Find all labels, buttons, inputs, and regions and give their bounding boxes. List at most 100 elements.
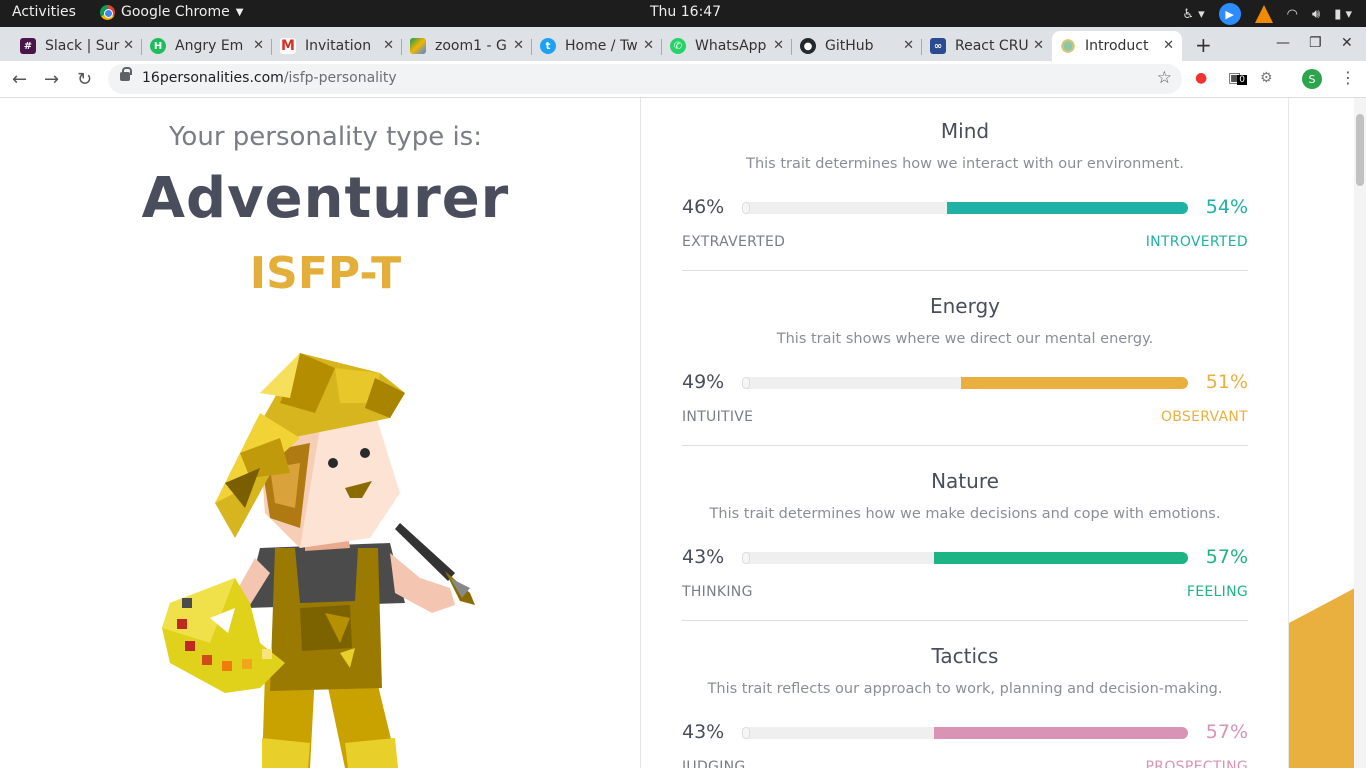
chrome-menu-icon[interactable]: ⋮ (1340, 68, 1356, 87)
trait-bar (742, 727, 1188, 739)
zoom-icon[interactable]: ▶ (1218, 3, 1241, 25)
forward-button[interactable]: → (44, 69, 59, 90)
volume-icon[interactable]: 🔊︎ (1312, 7, 1320, 22)
tab-twitter[interactable]: t Home / Tw ✕ (532, 31, 662, 61)
trait-name: Mind (940, 119, 990, 143)
close-icon[interactable]: ✕ (903, 38, 914, 53)
bar-knob (742, 377, 750, 389)
close-icon[interactable]: ✕ (643, 38, 654, 53)
codesandbox-icon: ∞ (930, 38, 946, 54)
extension-badge: 0 (1237, 75, 1247, 85)
activities-button[interactable]: Activities (12, 4, 76, 20)
decorative-shape (1289, 588, 1354, 768)
personality-type-name: Adventurer (141, 166, 510, 231)
close-icon[interactable]: ✕ (253, 38, 264, 53)
tab-google-drive[interactable]: zoom1 - G ✕ (402, 31, 532, 61)
trait-bar-fill (933, 727, 1188, 739)
battery-icon[interactable]: ▮ ▾ (1334, 7, 1352, 22)
whatsapp-icon: ✆ (670, 38, 686, 54)
app-menu[interactable]: Google Chrome ▼ (100, 4, 243, 20)
trait-mind: Mind This trait determines how we intera… (682, 98, 1248, 273)
scrollbar-thumb[interactable] (1356, 114, 1364, 186)
trait-nature: Nature This trait determines how we make… (682, 448, 1248, 623)
new-tab-button[interactable]: + (1195, 33, 1212, 57)
scrollbar[interactable] (1354, 98, 1366, 768)
divider (682, 270, 1248, 271)
back-button[interactable]: ← (12, 69, 27, 90)
minimize-button[interactable]: — (1276, 35, 1290, 51)
system-top-bar: Activities Google Chrome ▼ Thu 16:47 ♿ ▾… (0, 0, 1366, 27)
bar-knob (742, 727, 750, 739)
tab-16personalities[interactable]: Introduct ✕ (1052, 31, 1182, 61)
right-label: OBSERVANT (1160, 409, 1248, 425)
tab-title: Invitation (305, 38, 372, 54)
system-tray[interactable]: ♿ ▾ ▶ ◠ 🔊︎ ▮ ▾ (1182, 3, 1352, 25)
page-content: Your personality type is: Adventurer ISF… (0, 98, 1366, 768)
close-icon[interactable]: ✕ (1163, 38, 1174, 53)
trait-name: Energy (929, 294, 1001, 318)
trait-description: This trait shows where we direct our men… (776, 331, 1154, 347)
address-bar[interactable]: 16personalities.com/isfp-personality ☆ (108, 64, 1182, 94)
left-percentage: 43% (682, 721, 725, 743)
extension-wheel-icon[interactable]: ⚙ (1260, 70, 1273, 86)
close-icon[interactable]: ✕ (773, 38, 784, 53)
trait-bar (742, 202, 1188, 214)
google-drive-icon (410, 38, 426, 54)
tab-react-crud[interactable]: ∞ React CRU ✕ (922, 31, 1052, 61)
16personalities-icon (1060, 38, 1076, 54)
app-name: Google Chrome (121, 4, 230, 20)
right-percentage: 57% (1205, 546, 1248, 568)
right-percentage: 57% (1205, 721, 1248, 743)
tab-whatsapp[interactable]: ✆ WhatsApp ✕ (662, 31, 792, 61)
tab-slack[interactable]: # Slack | Sur ✕ (12, 31, 142, 61)
left-percentage: 43% (682, 546, 725, 568)
tab-gmail[interactable]: M Invitation ✕ (272, 31, 402, 61)
trait-bar-fill (960, 377, 1188, 389)
tab-title: Angry Em (175, 38, 244, 54)
trait-name: Tactics (931, 644, 999, 668)
right-percentage: 54% (1205, 196, 1248, 218)
twitter-icon: t (540, 38, 556, 54)
gmail-icon: M (280, 38, 296, 54)
trait-bar (742, 377, 1188, 389)
traits-panel: Mind This trait determines how we intera… (642, 98, 1288, 768)
tab-title: React CRU (955, 38, 1029, 54)
wifi-icon[interactable]: ◠ (1287, 7, 1298, 22)
reload-button[interactable]: ↻ (77, 69, 92, 90)
tab-angry-email[interactable]: H Angry Em ✕ (142, 31, 272, 61)
url-text[interactable]: 16personalities.com/isfp-personality (142, 70, 397, 86)
trait-tactics: Tactics This trait reflects our approach… (682, 623, 1248, 768)
bar-knob (742, 202, 750, 214)
left-label: INTUITIVE (682, 409, 754, 425)
tab-github[interactable]: ● GitHub ✕ (792, 31, 922, 61)
habit-icon: H (150, 38, 166, 54)
vlc-icon[interactable] (1254, 5, 1273, 23)
close-window-button[interactable]: ✕ (1341, 35, 1353, 51)
bar-knob (742, 552, 750, 564)
left-label: EXTRAVERTED (682, 234, 786, 250)
grammarly-icon[interactable]: ● (1195, 70, 1207, 86)
lock-icon[interactable] (120, 67, 132, 81)
clock[interactable]: Thu 16:47 (650, 4, 721, 20)
extension-icon[interactable]: ▣0 (1228, 70, 1247, 86)
trait-bar-fill (947, 202, 1188, 214)
restore-button[interactable]: ❐ (1309, 35, 1322, 51)
accessibility-icon[interactable]: ♿ ▾ (1182, 7, 1204, 22)
left-percentage: 49% (682, 371, 725, 393)
browser-toolbar: ← → ↻ 16personalities.com/isfp-personali… (0, 61, 1366, 98)
slack-icon: # (20, 38, 36, 54)
caret-down-icon: ▼ (235, 6, 244, 18)
divider (682, 620, 1248, 621)
left-percentage: 46% (682, 196, 725, 218)
side-decoration (1288, 98, 1354, 768)
profile-avatar[interactable]: S (1302, 69, 1322, 89)
close-icon[interactable]: ✕ (1033, 38, 1044, 53)
right-label: PROSPECTING (1145, 759, 1248, 768)
tab-title: GitHub (825, 38, 874, 54)
close-icon[interactable]: ✕ (123, 38, 134, 53)
close-icon[interactable]: ✕ (383, 38, 394, 53)
bookmark-star-icon[interactable]: ☆ (1157, 68, 1172, 88)
chrome-icon (100, 4, 115, 20)
close-icon[interactable]: ✕ (513, 38, 524, 53)
right-percentage: 51% (1205, 371, 1248, 393)
